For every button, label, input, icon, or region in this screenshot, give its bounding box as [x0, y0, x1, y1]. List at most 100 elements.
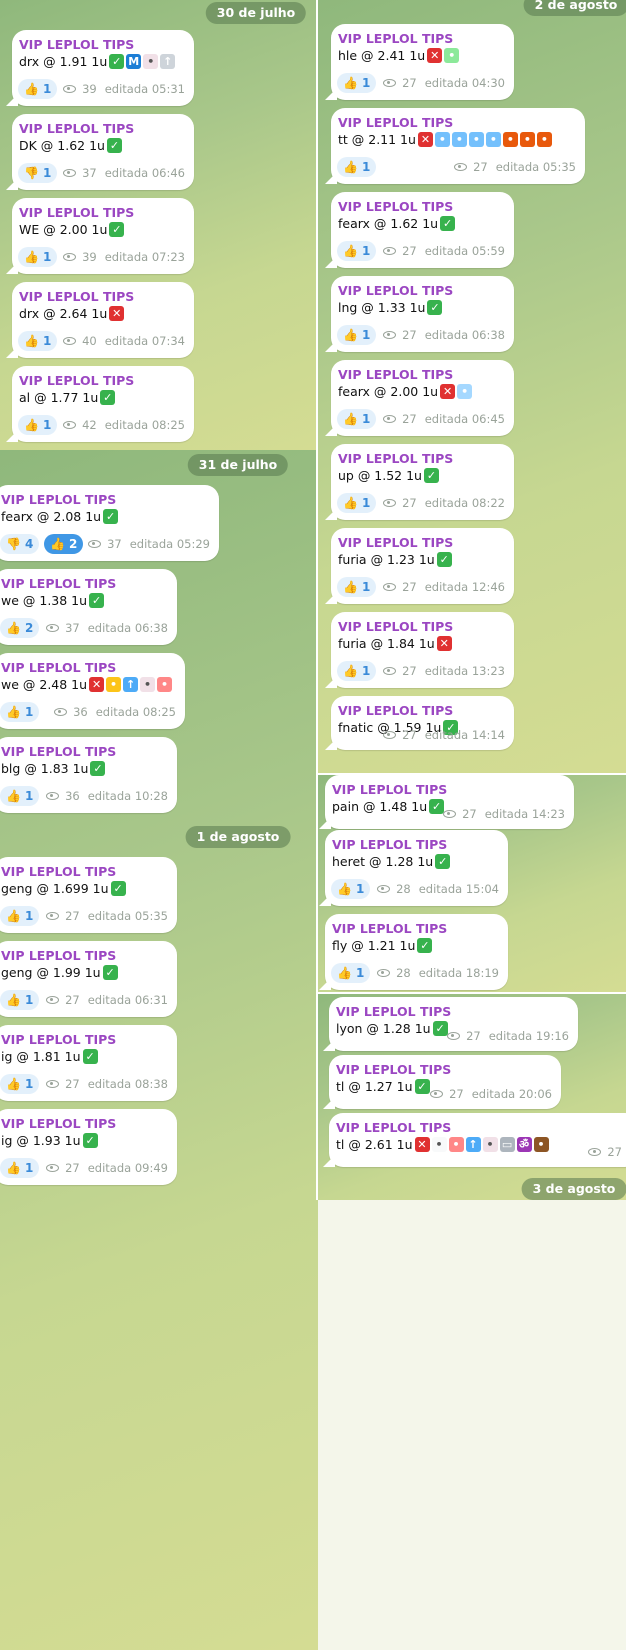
message-text-row: WE @ 2.00 1u ✓ [19, 222, 125, 237]
message-bubble[interactable]: VIP LEPLOL TIPS fearx @ 2.00 1u ✕ • 👍 1 27 edit… [325, 360, 514, 436]
message-author[interactable]: VIP LEPLOL TIPS [336, 1004, 451, 1019]
message-bubble[interactable]: VIP LEPLOL TIPS DK @ 1.62 1u ✓ 👎 1 37 editada … [6, 114, 194, 190]
message-bubble[interactable]: VIP LEPLOL TIPS fearx @ 1.62 1u ✓ 👍 1 27 edita… [325, 192, 514, 268]
check-emoji-icon: ✓ [89, 593, 105, 608]
message-bubble[interactable]: VIP LEPLOL TIPS geng @ 1.699 1u ✓ 👍 1 27 edita… [0, 857, 177, 933]
message-author[interactable]: VIP LEPLOL TIPS [336, 1120, 451, 1135]
message-bubble[interactable]: VIP LEPLOL TIPS ig @ 1.81 1u ✓ 👍 1 27 editada … [0, 1025, 177, 1101]
message-author[interactable]: VIP LEPLOL TIPS [19, 121, 134, 136]
reaction-chip[interactable]: 👎 1 [18, 163, 58, 183]
message-author[interactable]: VIP LEPLOL TIPS [1, 660, 116, 675]
message-author[interactable]: VIP LEPLOL TIPS [338, 451, 453, 466]
check-emoji-icon: ✓ [417, 938, 433, 953]
reaction-count: 4 [24, 537, 34, 551]
message-bubble[interactable]: VIP LEPLOL TIPS drx @ 2.64 1u ✕ 👍 1 40 editada… [6, 282, 194, 358]
thumbs-up-icon: 👍 [6, 993, 21, 1007]
reaction-count: 1 [361, 412, 371, 426]
message-bubble[interactable]: VIP LEPLOL TIPS fnatic @ 1.59 1u ✓ 27 editad… [325, 696, 514, 750]
message-bubble[interactable]: VIP LEPLOL TIPS al @ 1.77 1u ✓ 👍 1 42 editada … [6, 366, 194, 442]
message-author[interactable]: VIP LEPLOL TIPS [338, 367, 453, 382]
message-bubble[interactable]: VIP LEPLOL TIPS up @ 1.52 1u ✓ 👍 1 27 editada … [325, 444, 514, 520]
message-bubble[interactable]: VIP LEPLOL TIPS fearx @ 2.08 1u ✓ 👎 4 👍 2 37 edi… [0, 485, 219, 561]
reaction-chip[interactable]: 👎 4 [0, 534, 40, 554]
cross-emoji-icon: ✕ [436, 636, 452, 651]
reaction-chip[interactable]: 👍 1 [337, 241, 377, 261]
message-bubble[interactable]: VIP LEPLOL TIPS furia @ 1.84 1u ✕ 👍 1 27 edita… [325, 612, 514, 688]
reaction-chip[interactable]: 👍 1 [337, 577, 377, 597]
message-author[interactable]: VIP LEPLOL TIPS [1, 1032, 116, 1047]
message-author[interactable]: VIP LEPLOL TIPS [332, 921, 447, 936]
message-author[interactable]: VIP LEPLOL TIPS [19, 289, 134, 304]
message-author[interactable]: VIP LEPLOL TIPS [19, 373, 134, 388]
message-bubble[interactable]: VIP LEPLOL TIPS fly @ 1.21 1u ✓ 👍 1 28 editada… [319, 914, 508, 990]
reaction-chip[interactable]: 👍 1 [18, 331, 58, 351]
message-bubble[interactable]: VIP LEPLOL TIPS drx @ 1.91 1u ✓ M • ↑ 👍 1 39 edit… [6, 30, 194, 106]
message-author[interactable]: VIP LEPLOL TIPS [338, 619, 453, 634]
reaction-chip[interactable]: 👍 1 [337, 661, 377, 681]
reaction-chip[interactable]: 👍 1 [337, 325, 377, 345]
reaction-chip[interactable]: 👍 1 [331, 879, 371, 899]
message-bubble[interactable]: VIP LEPLOL TIPS blg @ 1.83 1u ✓ 👍 1 36 editada… [0, 737, 177, 813]
message-bubble[interactable]: VIP LEPLOL TIPS ig @ 1.93 1u ✓ 👍 1 27 editada … [0, 1109, 177, 1185]
reaction-chip[interactable]: 👍 1 [337, 493, 377, 513]
message-text-row: heret @ 1.28 1u ✓ [332, 854, 451, 869]
message-bubble[interactable]: VIP LEPLOL TIPS lng @ 1.33 1u ✓ 👍 1 27 editada… [325, 276, 514, 352]
message-text: hle @ 2.41 1u [338, 48, 426, 63]
message-bubble[interactable]: VIP LEPLOL TIPS WE @ 2.00 1u ✓ 👍 1 39 editada … [6, 198, 194, 274]
message-meta: 39 editada 05:31 [63, 82, 185, 96]
reaction-chip[interactable]: 👍 1 [0, 1158, 40, 1178]
message-author[interactable]: VIP LEPLOL TIPS [1, 744, 116, 759]
message-author[interactable]: VIP LEPLOL TIPS [338, 703, 453, 718]
message-author[interactable]: VIP LEPLOL TIPS [338, 283, 453, 298]
message-author[interactable]: VIP LEPLOL TIPS [338, 31, 453, 46]
reaction-chip[interactable]: 👍 1 [0, 702, 40, 722]
message-author[interactable]: VIP LEPLOL TIPS [1, 492, 116, 507]
message-bubble[interactable]: VIP LEPLOL TIPS furia @ 1.23 1u ✓ 👍 1 27 edita… [325, 528, 514, 604]
message-bubble[interactable]: VIP LEPLOL TIPS we @ 1.38 1u ✓ 👍 2 37 editada … [0, 569, 177, 645]
message-bubble[interactable]: VIP LEPLOL TIPS geng @ 1.99 1u ✓ 👍 1 27 editad… [0, 941, 177, 1017]
reaction-chip[interactable]: 👍 1 [0, 906, 40, 926]
edited-time: editada 06:38 [424, 328, 505, 342]
reaction-chip[interactable]: 👍 1 [18, 79, 58, 99]
message-author[interactable]: VIP LEPLOL TIPS [19, 205, 134, 220]
message-author[interactable]: VIP LEPLOL TIPS [1, 576, 116, 591]
reaction-chip[interactable]: 👍 1 [0, 1074, 40, 1094]
reaction-chip[interactable]: 👍 2 [0, 618, 40, 638]
message-text-row: fly @ 1.21 1u ✓ [332, 938, 433, 953]
reaction-chip[interactable]: 👍 1 [337, 73, 377, 93]
reaction-count: 1 [361, 496, 371, 510]
edited-time: editada 05:35 [87, 909, 168, 923]
views-eye-icon [383, 731, 397, 739]
message-author[interactable]: VIP LEPLOL TIPS [1, 1116, 116, 1131]
message-bubble[interactable]: VIP LEPLOL TIPS hle @ 2.41 1u ✕ • 👍 1 27 editad… [325, 24, 514, 100]
message-bubble[interactable]: VIP LEPLOL TIPS pain @ 1.48 1u ✓ 27 editada … [319, 775, 574, 829]
reaction-chip[interactable]: 👍 2 [44, 534, 84, 554]
message-bubble[interactable]: VIP LEPLOL TIPS tt @ 2.11 1u ✕ • • • • • • • 👍 1 27 e… [325, 108, 585, 184]
reaction-chip[interactable]: 👍 1 [18, 247, 58, 267]
message-author[interactable]: VIP LEPLOL TIPS [332, 782, 447, 797]
message-bubble[interactable]: VIP LEPLOL TIPS tl @ 2.61 1u ✕ • • ↑ • ▭ ॐ • 27 [323, 1113, 626, 1167]
reaction-chip[interactable]: 👍 1 [0, 786, 40, 806]
thumbs-up-icon: 👍 [6, 621, 21, 635]
message-author[interactable]: VIP LEPLOL TIPS [338, 199, 453, 214]
message-bubble[interactable]: VIP LEPLOL TIPS tl @ 1.27 1u ✓ 27 editada 20… [323, 1055, 561, 1109]
row-divider-2 [318, 992, 626, 994]
message-bubble[interactable]: VIP LEPLOL TIPS we @ 2.48 1u ✕ • ↑ • • 👍 1 36 edit… [0, 653, 185, 729]
message-author[interactable]: VIP LEPLOL TIPS [1, 864, 116, 879]
reaction-chip[interactable]: 👍 1 [0, 990, 40, 1010]
reaction-chip[interactable]: 👍 1 [337, 409, 377, 429]
check-emoji-icon: ✓ [432, 1021, 448, 1036]
reaction-chip[interactable]: 👍 1 [18, 415, 58, 435]
message-bubble[interactable]: VIP LEPLOL TIPS heret @ 1.28 1u ✓ 👍 1 28 edita… [319, 830, 508, 906]
view-count: 27 [402, 580, 417, 594]
reaction-chip[interactable]: 👍 1 [337, 157, 377, 177]
message-author[interactable]: VIP LEPLOL TIPS [336, 1062, 451, 1077]
message-author[interactable]: VIP LEPLOL TIPS [1, 948, 116, 963]
view-count: 28 [396, 966, 411, 980]
reaction-chip[interactable]: 👍 1 [331, 963, 371, 983]
message-author[interactable]: VIP LEPLOL TIPS [19, 37, 134, 52]
message-bubble[interactable]: VIP LEPLOL TIPS lyon @ 1.28 1u ✓ 27 editada … [323, 997, 578, 1051]
message-author[interactable]: VIP LEPLOL TIPS [332, 837, 447, 852]
message-author[interactable]: VIP LEPLOL TIPS [338, 535, 453, 550]
message-author[interactable]: VIP LEPLOL TIPS [338, 115, 453, 130]
